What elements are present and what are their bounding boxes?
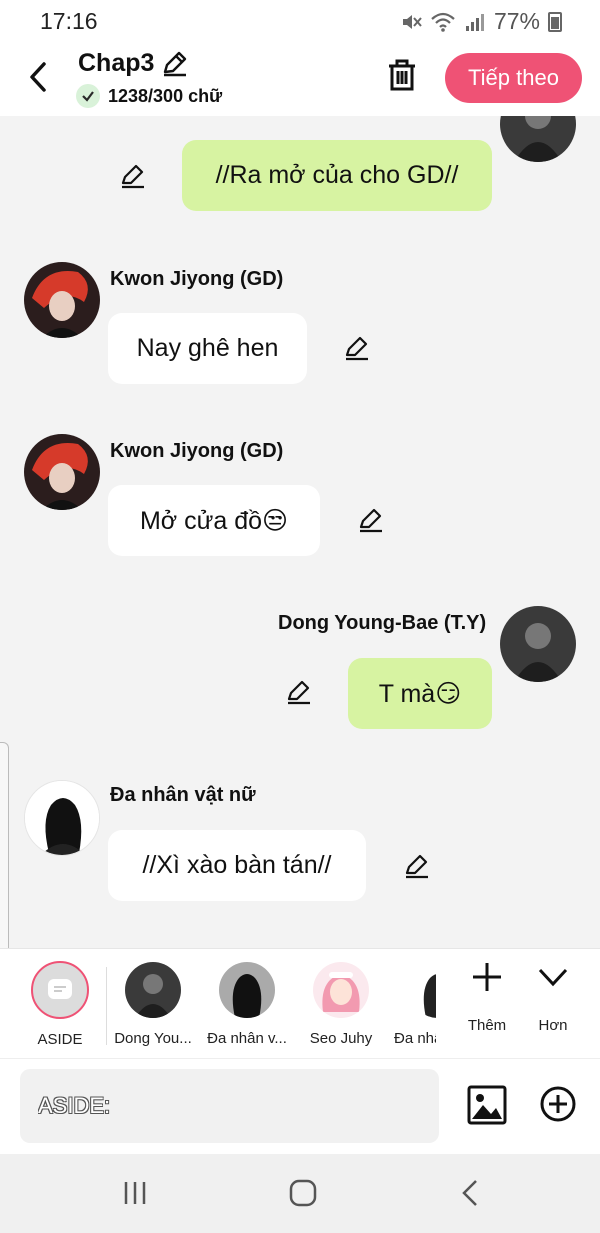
message-bubble[interactable]: //Xì xào bàn tán// — [108, 830, 366, 901]
avatar-dong-young-bae[interactable] — [500, 606, 576, 682]
signal-icon — [465, 13, 484, 31]
message-bubble[interactable]: Mở cửa đồ😒 — [108, 485, 320, 556]
status-time: 17:16 — [40, 8, 98, 34]
back-icon[interactable] — [456, 1178, 486, 1208]
divider — [106, 967, 107, 1045]
character-avatar — [219, 962, 275, 1018]
character-da-nha[interactable]: Đa nhâ — [380, 962, 436, 1047]
status-icons: 77% — [400, 8, 562, 35]
edit-message-icon[interactable] — [357, 506, 385, 534]
chapter-header: Chap3 1238/300 chữ Tiếp theo — [0, 42, 600, 116]
message-bubble[interactable]: Nay ghê hen — [108, 313, 307, 384]
add-character-button[interactable]: Thêm — [457, 959, 517, 1034]
character-label: Seo Juhy — [309, 1030, 373, 1047]
message-bubble[interactable]: T mà😏 — [348, 658, 492, 729]
speaker-name: Kwon Jiyong (GD) — [110, 268, 284, 290]
edit-message-icon[interactable] — [119, 162, 147, 190]
next-button[interactable]: Tiếp theo — [445, 53, 582, 103]
add-label: Thêm — [467, 1017, 507, 1034]
edit-message-icon[interactable] — [403, 852, 431, 880]
edit-message-icon[interactable] — [285, 678, 313, 706]
mute-icon — [402, 14, 422, 29]
character-label: ASIDE — [37, 1031, 83, 1048]
avatar-da-nhan-vat-nu[interactable] — [24, 780, 100, 856]
character-selector: ASIDE Dong You... Đa nhân v... Seo Juhy … — [0, 948, 600, 1058]
edit-message-icon[interactable] — [343, 334, 371, 362]
plus-icon — [473, 963, 501, 991]
more-label: Hơn — [538, 1017, 568, 1034]
battery-percent: 77% — [493, 8, 540, 34]
check-icon — [76, 84, 100, 108]
speaker-name: Dong Young-Bae (T.Y) — [278, 612, 487, 634]
character-seo-juhy[interactable]: Seo Juhy — [296, 962, 386, 1047]
side-drawer-handle[interactable] — [0, 742, 9, 972]
edit-title-icon[interactable] — [160, 48, 190, 78]
message-input[interactable] — [20, 1069, 439, 1143]
character-label: Dong You... — [114, 1030, 192, 1047]
add-circle-icon[interactable] — [539, 1085, 577, 1123]
word-count: 1238/300 chữ — [76, 84, 222, 108]
word-count-text: 1238/300 chữ — [108, 85, 223, 106]
status-bar: 17:16 77% — [0, 0, 600, 42]
character-da-nhan-vat[interactable]: Đa nhân v... — [202, 962, 292, 1047]
system-nav-bar — [0, 1154, 600, 1233]
trash-icon[interactable] — [386, 58, 418, 92]
recent-apps-icon[interactable] — [120, 1178, 150, 1208]
chapter-title[interactable]: Chap3 — [78, 48, 190, 78]
character-dong-young-bae[interactable]: Dong You... — [108, 962, 198, 1047]
wifi-icon — [431, 12, 455, 32]
chat-area[interactable]: //Ra mở của cho GD// Kwon Jiyong (GD) Na… — [0, 116, 600, 948]
character-avatar — [313, 962, 369, 1018]
speaker-name: Đa nhân vật nữ — [110, 784, 256, 806]
character-avatar — [410, 962, 436, 1018]
compose-bar — [0, 1058, 600, 1154]
battery-icon — [548, 11, 562, 32]
message-bubble[interactable]: //Ra mở của cho GD// — [182, 140, 492, 211]
more-button[interactable]: Hơn — [523, 959, 583, 1034]
avatar-dong-young-bae[interactable] — [500, 116, 576, 162]
image-icon[interactable] — [467, 1085, 507, 1125]
back-arrow-icon[interactable] — [24, 60, 54, 94]
message-icon — [48, 979, 72, 999]
avatar-kwon-jiyong[interactable] — [24, 434, 100, 510]
avatar-kwon-jiyong[interactable] — [24, 262, 100, 338]
chevron-down-icon — [538, 968, 568, 987]
speaker-name: Kwon Jiyong (GD) — [110, 440, 284, 462]
chapter-title-text: Chap3 — [78, 48, 155, 77]
character-label: Đa nhâ — [394, 1030, 436, 1047]
character-avatar — [125, 962, 181, 1018]
home-icon[interactable] — [288, 1178, 318, 1208]
character-label: Đa nhân v... — [207, 1030, 287, 1047]
aside-avatar — [31, 961, 89, 1019]
character-aside[interactable]: ASIDE — [15, 961, 105, 1048]
